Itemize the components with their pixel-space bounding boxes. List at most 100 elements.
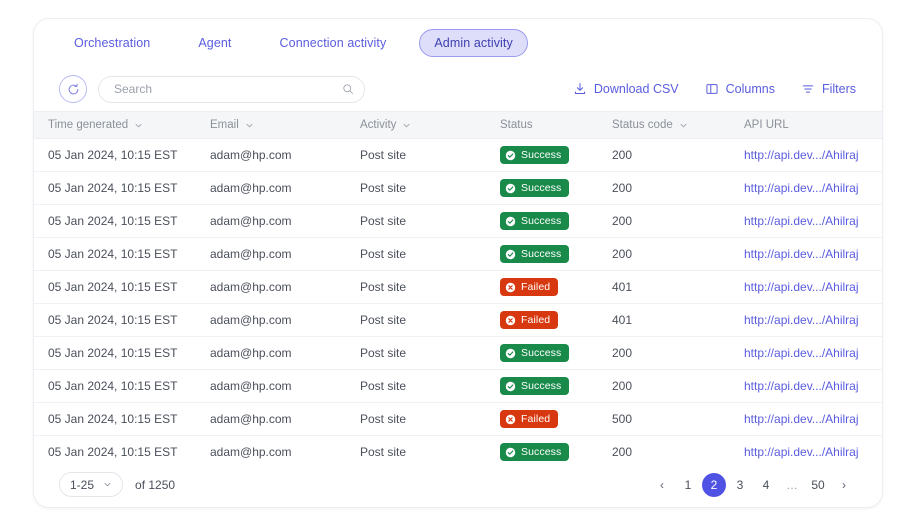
status-badge: Success (500, 245, 570, 263)
api-url-link[interactable]: http://api.dev.../Ahilraj (744, 247, 859, 261)
status-badge-label: Success (521, 182, 562, 194)
column-header-email[interactable]: Email (196, 111, 346, 139)
status-badge: Failed (500, 311, 559, 329)
tab-admin-activity[interactable]: Admin activity (419, 29, 528, 57)
rows-per-page-select[interactable]: 1-25 (59, 472, 124, 497)
api-url-link[interactable]: http://api.dev.../Ahilraj (744, 280, 859, 294)
cell-email: adam@hp.com (196, 171, 346, 205)
next-page-button[interactable]: › (832, 473, 856, 497)
page-50-button[interactable]: 50 (806, 473, 830, 497)
cell-status-code: 200 (598, 237, 730, 271)
cell-status-code: 200 (598, 369, 730, 403)
cell-api-url: http://api.dev.../Ahilraj (730, 204, 882, 238)
cell-api-url: http://api.dev.../Ahilraj (730, 336, 882, 370)
filter-icon (801, 82, 815, 96)
cell-api-url: http://api.dev.../Ahilraj (730, 270, 882, 304)
table-row[interactable]: 05 Jan 2024, 10:15 EST adam@hp.com Post si… (34, 336, 882, 370)
column-header-label: Time generated (48, 119, 129, 131)
table-row[interactable]: 05 Jan 2024, 10:15 EST adam@hp.com Post si… (34, 303, 882, 337)
cell-status: Failed (486, 270, 598, 304)
cell-activity: Post site (346, 303, 486, 337)
chevron-down-icon (103, 480, 112, 489)
status-badge-label: Success (521, 248, 562, 260)
cell-time-generated: 05 Jan 2024, 10:15 EST (34, 171, 196, 205)
cell-time-generated: 05 Jan 2024, 10:15 EST (34, 402, 196, 436)
cell-status: Success (486, 336, 598, 370)
page-4-button[interactable]: 4 (754, 473, 778, 497)
status-badge: Success (500, 146, 570, 164)
cell-status-code: 200 (598, 435, 730, 462)
prev-page-button[interactable]: ‹ (650, 473, 674, 497)
page-3-button[interactable]: 3 (728, 473, 752, 497)
table-row[interactable]: 05 Jan 2024, 10:15 EST adam@hp.com Post si… (34, 369, 882, 403)
error-circle-icon (505, 414, 516, 425)
table-row[interactable]: 05 Jan 2024, 10:15 EST adam@hp.com Post si… (34, 138, 882, 172)
check-circle-icon (505, 381, 516, 392)
cell-api-url: http://api.dev.../Ahilraj (730, 402, 882, 436)
error-circle-icon (505, 282, 516, 293)
table-row[interactable]: 05 Jan 2024, 10:15 EST adam@hp.com Post si… (34, 402, 882, 436)
table-row[interactable]: 05 Jan 2024, 10:15 EST adam@hp.com Post si… (34, 435, 882, 462)
cell-activity: Post site (346, 138, 486, 172)
status-badge: Failed (500, 278, 559, 296)
api-url-link[interactable]: http://api.dev.../Ahilraj (744, 181, 859, 195)
column-header-label: Activity (360, 119, 397, 131)
table-row[interactable]: 05 Jan 2024, 10:15 EST adam@hp.com Post si… (34, 171, 882, 205)
cell-status-code: 401 (598, 270, 730, 304)
total-records-label: of 1250 (135, 477, 176, 492)
chevron-down-icon (134, 121, 143, 130)
api-url-link[interactable]: http://api.dev.../Ahilraj (744, 346, 859, 360)
tab-agent[interactable]: Agent (183, 29, 246, 57)
download-csv-label: Download CSV (593, 82, 679, 96)
api-url-link[interactable]: http://api.dev.../Ahilraj (744, 412, 859, 426)
cell-activity: Post site (346, 402, 486, 436)
api-url-link[interactable]: http://api.dev.../Ahilraj (744, 148, 859, 162)
refresh-button[interactable] (59, 75, 87, 103)
search-input[interactable] (98, 75, 365, 103)
columns-label: Columns (725, 82, 775, 96)
chevron-down-icon (402, 121, 411, 130)
table-toolbar: Download CSV Columns Filters (34, 67, 882, 111)
column-header-status-code[interactable]: Status code (598, 111, 730, 139)
cell-email: adam@hp.com (196, 270, 346, 304)
cell-email: adam@hp.com (196, 435, 346, 462)
check-circle-icon (505, 216, 516, 227)
column-header-inner: Time generated (48, 119, 143, 131)
cell-time-generated: 05 Jan 2024, 10:15 EST (34, 369, 196, 403)
tab-bar: Orchestration Agent Connection activity Adm… (34, 19, 882, 67)
api-url-link[interactable]: http://api.dev.../Ahilraj (744, 214, 859, 228)
rows-per-page-value: 1-25 (70, 477, 95, 492)
api-url-link[interactable]: http://api.dev.../Ahilraj (744, 379, 859, 393)
table-body: 05 Jan 2024, 10:15 EST adam@hp.com Post si… (34, 138, 882, 462)
status-badge: Failed (500, 410, 559, 428)
column-header-inner: Status code (612, 119, 688, 131)
filters-button[interactable]: Filters (801, 82, 856, 96)
download-csv-button[interactable]: Download CSV (573, 82, 679, 96)
cell-api-url: http://api.dev.../Ahilraj (730, 303, 882, 337)
column-header-activity[interactable]: Activity (346, 111, 486, 139)
page-1-button[interactable]: 1 (676, 473, 700, 497)
table-footer: 1-25 of 1250 ‹ 1 2 3 4… 50 › (34, 462, 882, 507)
page-2-button[interactable]: 2 (702, 472, 726, 497)
cell-time-generated: 05 Jan 2024, 10:15 EST (34, 336, 196, 370)
cell-status: Success (486, 369, 598, 403)
table-row[interactable]: 05 Jan 2024, 10:15 EST adam@hp.com Post si… (34, 204, 882, 238)
check-circle-icon (505, 447, 516, 458)
search-field-wrapper (98, 75, 365, 103)
table-row[interactable]: 05 Jan 2024, 10:15 EST adam@hp.com Post si… (34, 237, 882, 271)
table-row[interactable]: 05 Jan 2024, 10:15 EST adam@hp.com Post si… (34, 270, 882, 304)
cell-time-generated: 05 Jan 2024, 10:15 EST (34, 303, 196, 337)
columns-button[interactable]: Columns (705, 82, 775, 96)
api-url-link[interactable]: http://api.dev.../Ahilraj (744, 313, 859, 327)
column-header-api-url: API URL (730, 111, 882, 139)
api-url-link[interactable]: http://api.dev.../Ahilraj (744, 445, 859, 459)
cell-email: adam@hp.com (196, 336, 346, 370)
cell-email: adam@hp.com (196, 369, 346, 403)
tab-orchestration[interactable]: Orchestration (59, 29, 165, 57)
column-header-label: API URL (744, 119, 789, 131)
tab-connection-activity[interactable]: Connection activity (265, 29, 402, 57)
column-header-time-generated[interactable]: Time generated (34, 111, 196, 139)
column-header-inner: Email (210, 119, 254, 131)
check-circle-icon (505, 249, 516, 260)
check-circle-icon (505, 183, 516, 194)
